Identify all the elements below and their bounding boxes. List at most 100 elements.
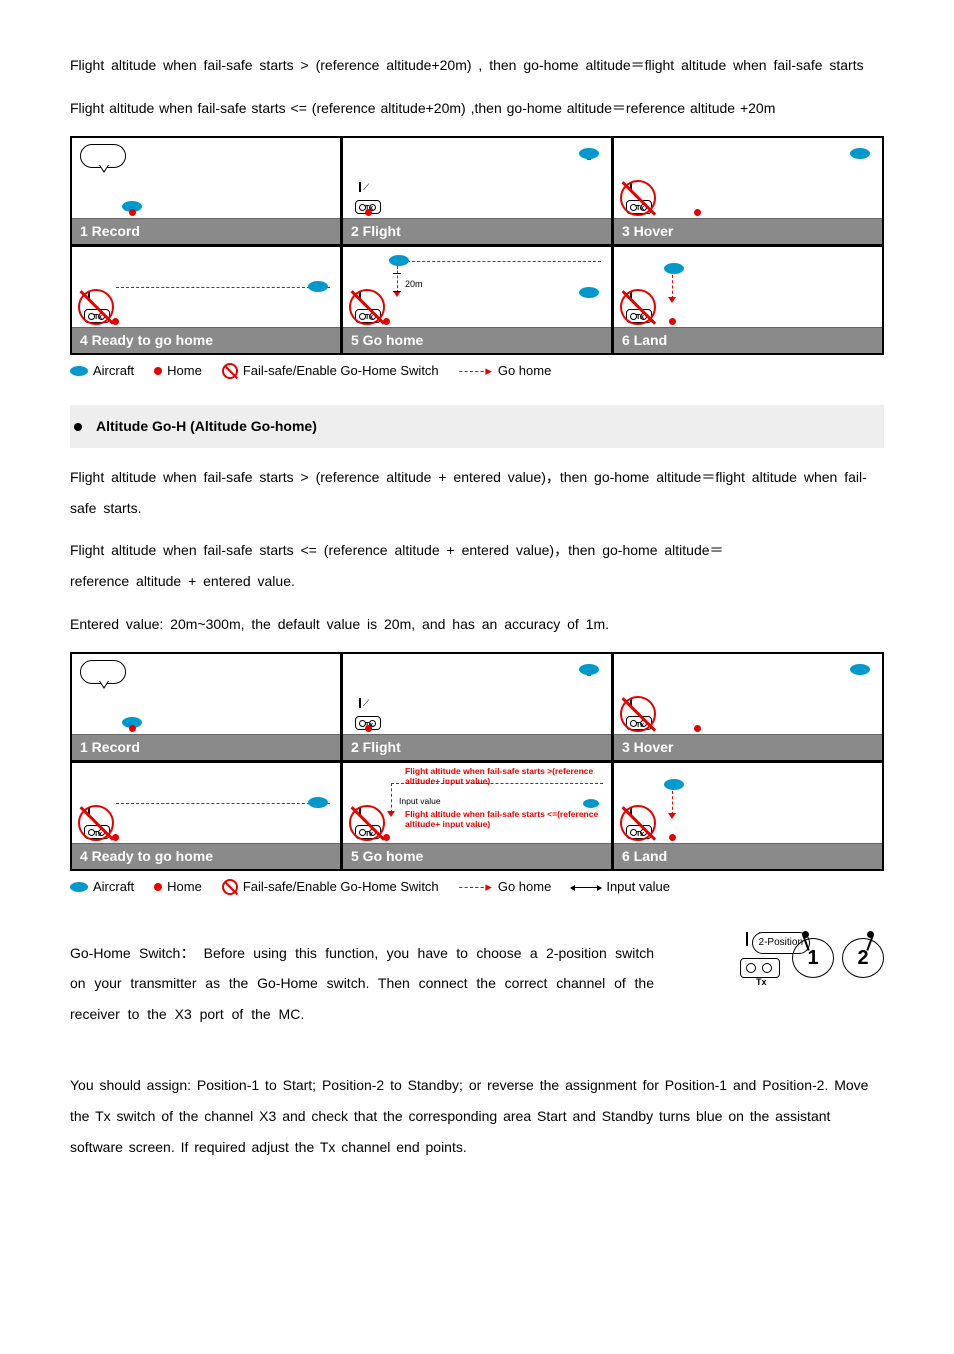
- home-icon: [669, 318, 676, 325]
- position-2-badge: 2: [842, 938, 884, 978]
- aircraft-icon: [850, 664, 870, 675]
- legend-failsafe: Fail-safe/Enable Go-Home Switch: [243, 361, 439, 382]
- home-icon: [154, 883, 162, 891]
- arrow-down-icon: [668, 813, 676, 819]
- transmitter-icon: ⟋ Tx 2-Position: [738, 938, 784, 978]
- aircraft-icon: [70, 366, 88, 376]
- cell-label: 2 Flight: [343, 734, 611, 760]
- arrow-down-icon: [387, 811, 395, 817]
- diagram-cell-3-hover: Tx 3 Hover: [614, 138, 882, 244]
- cloud-icon: [80, 144, 126, 168]
- legend-aircraft: Aircraft: [93, 877, 134, 898]
- legend-home: Home: [167, 877, 202, 898]
- tick-icon: [393, 273, 401, 274]
- dashed-line-v: [672, 275, 673, 299]
- home-icon: [694, 725, 701, 732]
- legend-aircraft: Aircraft: [93, 361, 134, 382]
- go-home-switch-text: Go-Home Switch： Before using this functi…: [70, 938, 654, 1030]
- cell-label: 6 Land: [614, 327, 882, 353]
- prohibit-icon: [620, 696, 656, 732]
- prohibit-icon: [620, 805, 656, 841]
- section2-p2: Flight altitude when fail-safe starts <=…: [70, 535, 884, 566]
- aircraft-icon: [308, 797, 328, 808]
- dashed-line-v: [672, 791, 673, 815]
- legend-gohome: Go home: [498, 361, 551, 382]
- legend-failsafe: Fail-safe/Enable Go-Home Switch: [243, 877, 439, 898]
- cell-label: 1 Record: [72, 218, 340, 244]
- prohibit-icon: [349, 805, 385, 841]
- cell-label: 5 Go home: [343, 327, 611, 353]
- intro-paragraph-2: Flight altitude when fail-safe starts <=…: [70, 93, 884, 124]
- aircraft-icon: [389, 255, 409, 266]
- aircraft-icon: [579, 664, 599, 675]
- diagram-cell-4-ready: Tx 4 Ready to go home: [72, 763, 340, 869]
- diagram-grid-2: 1 Record ⟋ Tx ↘ 2 Flight Tx 3 Hover: [70, 652, 884, 871]
- prohibit-icon: [78, 805, 114, 841]
- legend-1: Aircraft Home Fail-safe/Enable Go-Home S…: [70, 361, 884, 382]
- dashed-line: [397, 261, 601, 262]
- diagram-cell-3-hover: Tx 3 Hover: [614, 654, 882, 760]
- tx-label: Tx: [756, 975, 767, 989]
- home-icon: [383, 318, 390, 325]
- cloud-icon: [80, 660, 126, 684]
- cell-label: 2 Flight: [343, 218, 611, 244]
- prohibit-icon: [349, 289, 385, 325]
- dashed-line: [116, 287, 330, 288]
- intro-paragraph-1: Flight altitude when fail-safe starts > …: [70, 50, 884, 81]
- cell-label: 4 Ready to go home: [72, 327, 340, 353]
- diagram-grid-1: 1 Record ⟋ Tx ↘ 2 Flight Tx 3 Hove: [70, 136, 884, 355]
- dashed-line: [116, 803, 330, 804]
- dashed-arrow-icon: -----▸: [459, 877, 493, 898]
- go-home-switch-block: Go-Home Switch： Before using this functi…: [70, 938, 884, 1030]
- section2-p3: Entered value: 20m~300m, the default val…: [70, 609, 884, 640]
- section2-p2b: reference altitude + entered value.: [70, 566, 884, 597]
- red-annotation-2: Flight altitude when fail-safe starts <=…: [405, 809, 607, 829]
- aircraft-icon: [664, 779, 684, 790]
- legend-gohome: Go home: [498, 877, 551, 898]
- diagram-cell-5-gohome: Tx 20m 5 Go home: [343, 247, 611, 353]
- home-icon: [365, 209, 372, 216]
- legend-inputvalue: Input value: [606, 877, 670, 898]
- home-icon: [112, 834, 119, 841]
- home-icon: [694, 209, 701, 216]
- home-icon: [112, 318, 119, 325]
- prohibit-icon: [222, 363, 238, 379]
- cell-label: 4 Ready to go home: [72, 843, 340, 869]
- assignment-paragraph: You should assign: Position-1 to Start; …: [70, 1070, 884, 1162]
- tick-icon: [393, 291, 401, 292]
- altitude-label: 20m: [405, 277, 423, 291]
- double-arrow-icon: [571, 887, 601, 888]
- aircraft-icon: [583, 799, 599, 808]
- aircraft-icon: [664, 263, 684, 274]
- prohibit-icon: [222, 879, 238, 895]
- aircraft-icon: [70, 882, 88, 892]
- diagram-cell-2-flight: ⟋ Tx ↘ 2 Flight: [343, 654, 611, 760]
- switch-diagram: ⟋ Tx 2-Position 1 2: [674, 938, 884, 978]
- prohibit-icon: [620, 180, 656, 216]
- prohibit-icon: [78, 289, 114, 325]
- position-1-badge: 1: [792, 938, 834, 978]
- aircraft-icon: [579, 148, 599, 159]
- home-icon: [129, 209, 136, 216]
- cell-label: 5 Go home: [343, 843, 611, 869]
- section-heading-bar: Altitude Go-H (Altitude Go-home): [70, 405, 884, 447]
- arrow-down-icon: [668, 297, 676, 303]
- dashed-arrow-icon: -----▸: [459, 361, 493, 382]
- aircraft-icon: [850, 148, 870, 159]
- cell-label: 3 Hover: [614, 734, 882, 760]
- diagram-cell-6-land: Tx 6 Land: [614, 763, 882, 869]
- legend-home: Home: [167, 361, 202, 382]
- diagram-cell-1-record: 1 Record: [72, 138, 340, 244]
- aircraft-icon: [308, 281, 328, 292]
- bullet-icon: [74, 423, 82, 431]
- position-1-number: 1: [807, 942, 818, 974]
- home-icon: [383, 834, 390, 841]
- cell-label: 1 Record: [72, 734, 340, 760]
- diagram-cell-6-land: Tx 6 Land: [614, 247, 882, 353]
- home-icon: [129, 725, 136, 732]
- section2-p1: Flight altitude when fail-safe starts > …: [70, 462, 884, 524]
- prohibit-icon: [620, 289, 656, 325]
- dashed-line-v: [391, 783, 392, 813]
- red-annotation-1: Flight altitude when fail-safe starts >(…: [405, 766, 607, 786]
- input-value-label: Input value: [399, 795, 441, 809]
